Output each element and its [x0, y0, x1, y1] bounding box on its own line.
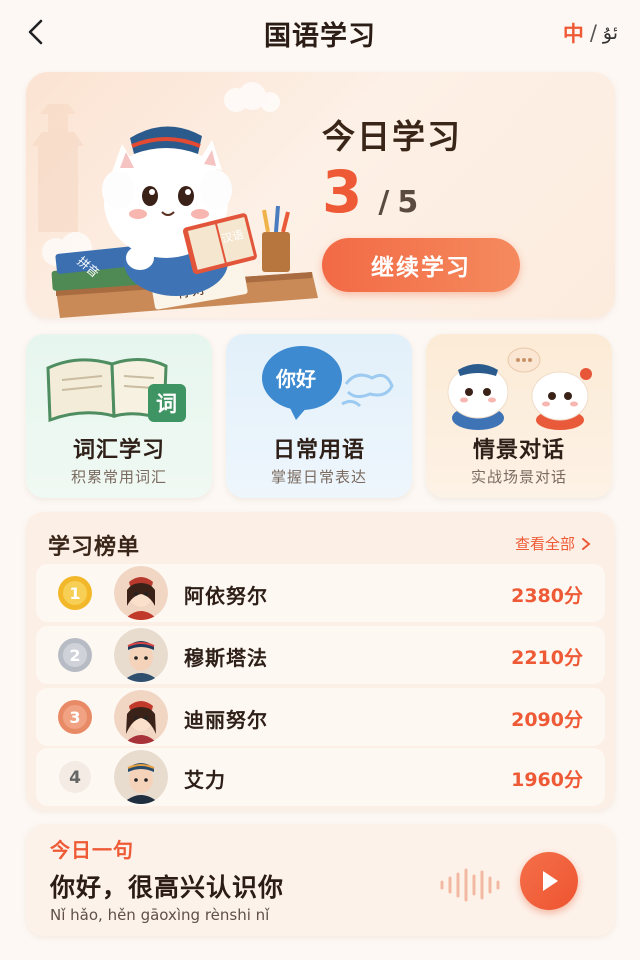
- gold-medal-icon: 1: [58, 576, 92, 610]
- rank-number: 2: [69, 646, 80, 665]
- language-switch: 中 / ئۇ: [563, 18, 618, 48]
- continue-study-button[interactable]: 继续学习: [322, 238, 520, 292]
- ranking-row[interactable]: 1 阿依努尔 2380分: [36, 564, 605, 622]
- avatar: [114, 628, 168, 682]
- scenario-dialog-subtitle: 实战场景对话: [470, 468, 567, 486]
- play-audio-button[interactable]: [520, 852, 578, 910]
- open-book-icon: 词: [46, 358, 186, 423]
- progress-slash: /: [378, 185, 390, 220]
- progress-current: 3: [322, 158, 363, 226]
- language-chinese-option[interactable]: 中: [563, 18, 584, 48]
- today-study-card: 拼音 你好 汉语: [26, 72, 615, 318]
- student-score: 2380分: [511, 585, 583, 607]
- rank-number: 4: [69, 768, 81, 788]
- daily-sentence-label: 今日一句: [50, 838, 134, 862]
- play-icon: [543, 871, 558, 891]
- ranking-row[interactable]: 2 穆斯塔法 2210分: [36, 626, 605, 684]
- daily-sentence-text: 你好，很高兴认识你: [50, 873, 285, 902]
- avatar: [114, 690, 168, 744]
- today-progress: 3 / 5: [322, 158, 418, 226]
- ranking-row[interactable]: 4 艾力 1960分: [36, 748, 605, 806]
- daily-phrases-card[interactable]: 你好 日常用语 掌握日常表达: [226, 334, 412, 498]
- student-name: 艾力: [184, 768, 226, 792]
- vocab-badge-text: 词: [156, 392, 177, 416]
- silver-medal-icon: 2: [58, 638, 92, 672]
- vocabulary-card[interactable]: 词 词汇学习 积累常用词汇: [26, 334, 212, 498]
- rank-number-badge: 4: [59, 761, 91, 793]
- page-title: 国语学习: [264, 21, 376, 52]
- scenario-dialog-title: 情景对话: [472, 438, 565, 463]
- student-name: 穆斯塔法: [184, 646, 268, 670]
- app-header: 国语学习 中 / ئۇ: [0, 0, 640, 64]
- student-name: 阿依努尔: [184, 584, 268, 608]
- bronze-medal-icon: 3: [58, 700, 92, 734]
- view-all-link[interactable]: 查看全部: [515, 533, 591, 554]
- vocabulary-subtitle: 积累常用词汇: [70, 468, 167, 486]
- daily-bubble-text: 你好: [275, 367, 316, 391]
- study-ranking-panel: 学习榜单 查看全部 1 阿依努尔 2380分 2 穆斯塔法 2210分 3 迪丽…: [26, 512, 615, 810]
- rank-number: 3: [69, 708, 80, 727]
- sound-wave-icon: [440, 868, 500, 902]
- student-name: 迪丽努尔: [184, 708, 268, 732]
- student-score: 2090分: [511, 709, 583, 731]
- view-all-label: 查看全部: [514, 535, 575, 553]
- ranking-title: 学习榜单: [48, 535, 141, 560]
- vocabulary-title: 词汇学习: [72, 438, 165, 463]
- language-separator: /: [589, 21, 597, 45]
- rank-number: 1: [69, 584, 80, 603]
- chevron-right-icon: [582, 537, 591, 550]
- language-uyghur-option[interactable]: ئۇ: [603, 22, 618, 44]
- daily-sentence-card: 今日一句 你好，很高兴认识你 Nǐ hǎo, hěn gāoxìng rènsh…: [26, 824, 615, 936]
- student-score: 1960分: [511, 769, 583, 791]
- cat-studying-illustration: 拼音 你好 汉语: [32, 82, 318, 318]
- student-score: 2210分: [511, 647, 583, 669]
- speech-bubble-icon: 你好: [262, 346, 394, 420]
- ranking-row[interactable]: 3 迪丽努尔 2090分: [36, 688, 605, 746]
- daily-phrases-subtitle: 掌握日常表达: [270, 468, 367, 486]
- progress-total: 5: [397, 185, 419, 220]
- today-study-label: 今日学习: [322, 117, 462, 156]
- daily-phrases-title: 日常用语: [272, 438, 365, 463]
- two-cats-icon: [447, 347, 592, 430]
- avatar: [114, 566, 168, 620]
- avatar: [114, 750, 168, 804]
- scenario-dialog-card[interactable]: 情景对话 实战场景对话: [426, 334, 612, 498]
- daily-sentence-pinyin: Nǐ hǎo, hěn gāoxìng rènshi nǐ: [50, 906, 270, 924]
